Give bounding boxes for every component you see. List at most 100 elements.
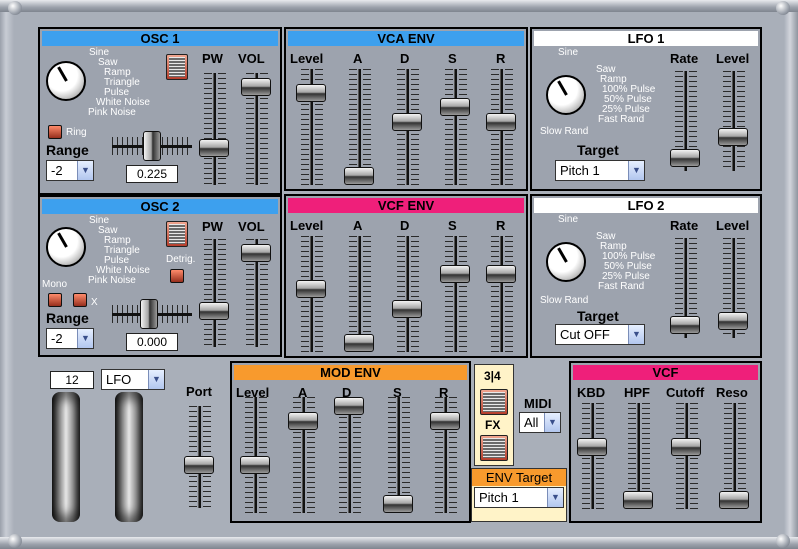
vcf-env-a-slider[interactable] bbox=[344, 334, 374, 352]
synth-panel: OSC 1 Sine Saw Ramp Triangle Pulse White… bbox=[0, 0, 798, 549]
mod-env-a-slider[interactable] bbox=[288, 411, 318, 430]
osc2-detrig-button[interactable] bbox=[170, 269, 184, 283]
osc1-sync-button[interactable] bbox=[166, 54, 188, 80]
osc1-ring-label: Ring bbox=[66, 127, 87, 138]
osc1-title: OSC 1 bbox=[42, 31, 278, 46]
osc1-vol-slider[interactable] bbox=[241, 77, 271, 96]
lfo2-wave-knob[interactable] bbox=[546, 242, 586, 282]
osc2-range-label: Range bbox=[46, 310, 89, 326]
vcf-hpf-slider[interactable] bbox=[623, 491, 653, 509]
lfo2-wave-label: Slow Rand bbox=[540, 295, 589, 306]
vca-env-label-r: R bbox=[496, 51, 506, 66]
screw-icon bbox=[776, 1, 790, 15]
osc2-vol-label: VOL bbox=[238, 219, 265, 234]
vcf-kbd-slider[interactable] bbox=[577, 438, 607, 457]
osc1-pw-slider[interactable] bbox=[199, 138, 229, 157]
mod-env-level-slider[interactable] bbox=[240, 455, 270, 474]
lfo1-target-select[interactable]: Pitch 1 ▼ bbox=[555, 160, 645, 181]
vca-env-r-slider[interactable] bbox=[486, 113, 516, 132]
env-target-title: ENV Target bbox=[472, 469, 566, 486]
mod-source-select[interactable]: LFO ▼ bbox=[101, 369, 165, 390]
osc2-range-select[interactable]: -2 ▼ bbox=[46, 328, 94, 349]
env-target-select[interactable]: Pitch 1 ▼ bbox=[474, 487, 564, 508]
osc1-range-select[interactable]: -2 ▼ bbox=[46, 160, 94, 181]
pitch-wheel[interactable] bbox=[52, 392, 80, 522]
midi-label: MIDI bbox=[524, 396, 552, 411]
osc2-tune-value: 0.000 bbox=[126, 333, 178, 351]
vcf-label-hpf: HPF bbox=[624, 385, 650, 400]
lfo1-rate-slider[interactable] bbox=[670, 148, 700, 167]
vcf-env-title: VCF ENV bbox=[288, 198, 524, 213]
knob-pointer bbox=[57, 232, 68, 248]
lfo2-level-slider[interactable] bbox=[718, 311, 748, 330]
vca-env-label-a: A bbox=[353, 51, 363, 66]
osc2-sync-button[interactable] bbox=[166, 221, 188, 247]
vcf-label-cutoff: Cutoff bbox=[666, 385, 705, 400]
ratio-label: 3|4 bbox=[484, 369, 501, 383]
vca-env-a-slider[interactable] bbox=[344, 167, 374, 185]
osc2-mono-button[interactable] bbox=[48, 293, 62, 307]
osc2-mono-label: Mono bbox=[42, 279, 68, 290]
vcf-env-track bbox=[406, 236, 409, 352]
vcf-env-label-r: R bbox=[496, 218, 506, 233]
osc1-wave-label: Pink Noise bbox=[88, 107, 136, 118]
osc2-pw-slider[interactable] bbox=[199, 302, 229, 320]
vcf-env-level-slider[interactable] bbox=[296, 280, 326, 299]
osc1-wave-knob[interactable] bbox=[46, 61, 86, 101]
vcf-env-s-slider[interactable] bbox=[440, 265, 470, 284]
lfo2-section: LFO 2 Sine Saw Ramp 100% Pulse 50% Pulse… bbox=[530, 194, 762, 358]
mod-env-d-slider[interactable] bbox=[334, 397, 364, 415]
lfo1-wave-knob[interactable] bbox=[546, 75, 586, 115]
vcf-section: VCF KBD HPF Cutoff Reso bbox=[569, 361, 762, 523]
vcf-cutoff-slider[interactable] bbox=[671, 438, 701, 457]
lfo2-target-select[interactable]: Cut OFF ▼ bbox=[555, 324, 645, 345]
port-slider[interactable] bbox=[184, 456, 214, 475]
lfo1-title: LFO 1 bbox=[534, 31, 758, 46]
vca-env-d-slider[interactable] bbox=[392, 113, 422, 132]
screw-icon bbox=[776, 534, 790, 548]
bottom-rail bbox=[0, 537, 798, 549]
osc2-vol-slider[interactable] bbox=[241, 243, 271, 262]
lfo1-target-label: Target bbox=[577, 142, 619, 158]
ratio-button[interactable] bbox=[480, 389, 508, 415]
lfo1-section: LFO 1 Sine Saw Ramp 100% Pulse 50% Pulse… bbox=[530, 27, 762, 191]
lfo2-level-label: Level bbox=[716, 218, 750, 233]
osc2-section: OSC 2 Sine Saw Ramp Triangle Pulse White… bbox=[38, 195, 282, 357]
mod-env-r-slider[interactable] bbox=[430, 411, 460, 430]
lfo2-wave-label: Sine bbox=[558, 214, 579, 225]
vcf-reso-slider[interactable] bbox=[719, 491, 749, 509]
vca-env-level-slider[interactable] bbox=[296, 83, 326, 102]
osc2-wave-knob[interactable] bbox=[46, 227, 86, 267]
vca-env-s-slider[interactable] bbox=[440, 98, 470, 117]
fx-button[interactable] bbox=[480, 435, 508, 461]
osc1-section: OSC 1 Sine Saw Ramp Triangle Pulse White… bbox=[38, 27, 282, 195]
knob-pointer bbox=[57, 66, 68, 82]
vcf-env-label-level: Level bbox=[290, 218, 324, 233]
osc1-range-label: Range bbox=[46, 142, 89, 158]
mod-env-s-slider[interactable] bbox=[383, 495, 413, 513]
mod-wheel[interactable] bbox=[115, 392, 143, 522]
osc1-ring-button[interactable] bbox=[48, 125, 62, 139]
top-rail bbox=[0, 0, 798, 12]
knob-pointer bbox=[557, 80, 568, 96]
vcf-env-track bbox=[500, 236, 503, 352]
vcf-title: VCF bbox=[573, 365, 758, 380]
screw-icon bbox=[8, 534, 22, 548]
vca-env-label-s: S bbox=[448, 51, 457, 66]
mod-env-title: MOD ENV bbox=[234, 365, 467, 380]
osc2-x-button[interactable] bbox=[73, 293, 87, 307]
lfo1-level-track bbox=[732, 71, 735, 171]
osc1-pw-track bbox=[213, 73, 216, 185]
vca-env-title: VCA ENV bbox=[288, 31, 524, 46]
lfo2-target-label: Target bbox=[577, 308, 619, 324]
vcf-env-d-slider[interactable] bbox=[392, 299, 422, 318]
osc1-tune-slider[interactable] bbox=[143, 131, 161, 161]
lfo2-rate-slider[interactable] bbox=[670, 315, 700, 334]
midi-channel-select[interactable]: All ▼ bbox=[519, 412, 561, 433]
vca-env-label-d: D bbox=[400, 51, 410, 66]
lfo1-wave-label: Fast Rand bbox=[598, 114, 645, 125]
osc2-tune-slider[interactable] bbox=[139, 299, 158, 329]
lfo2-title: LFO 2 bbox=[534, 198, 758, 213]
vcf-env-r-slider[interactable] bbox=[486, 265, 516, 284]
lfo1-level-slider[interactable] bbox=[718, 128, 748, 147]
